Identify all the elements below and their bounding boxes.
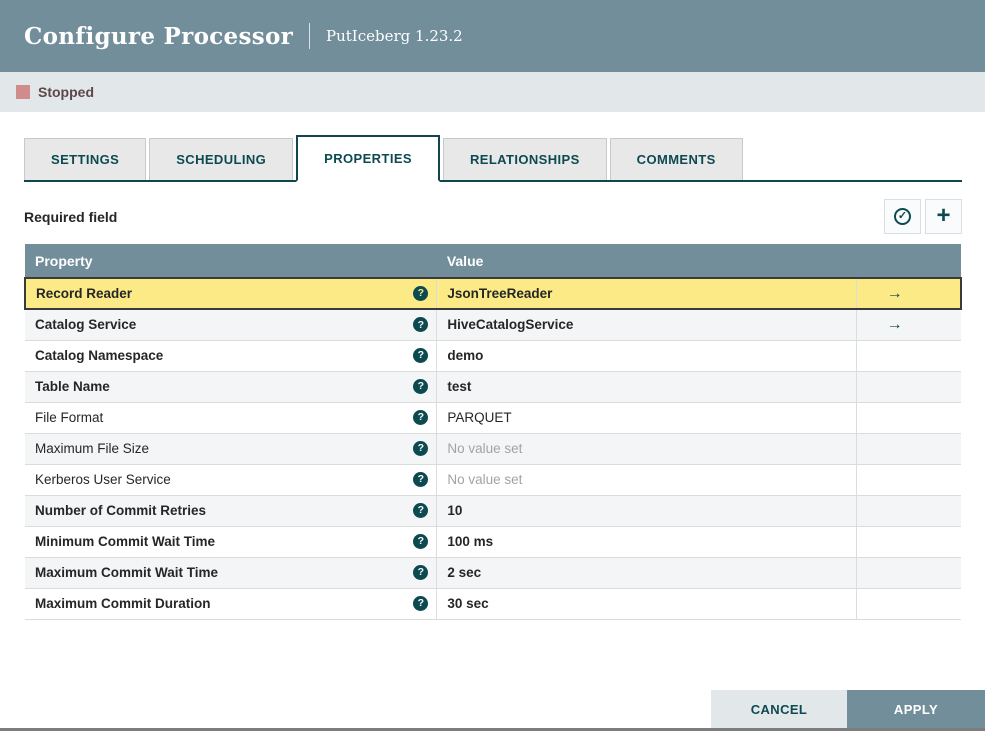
stopped-icon — [16, 85, 30, 99]
toolbar-buttons: ✓ + — [884, 199, 962, 234]
help-icon[interactable]: ? — [413, 503, 429, 518]
help-icon[interactable]: ? — [413, 441, 429, 456]
properties-toolbar: Required field ✓ + — [24, 199, 962, 234]
goto-column-header — [856, 244, 961, 278]
tab-bar: SETTINGS SCHEDULING PROPERTIES RELATIONS… — [24, 135, 962, 182]
property-column-header: Property — [25, 244, 437, 278]
table-row[interactable]: File Format? PARQUET — [25, 402, 961, 434]
table-row[interactable]: Catalog Service? HiveCatalogService → — [25, 309, 961, 341]
status-bar: Stopped — [0, 72, 985, 112]
table-row[interactable]: Maximum File Size? No value set — [25, 433, 961, 465]
help-icon[interactable]: ? — [413, 410, 429, 425]
help-icon[interactable]: ? — [413, 317, 429, 333]
help-icon[interactable]: ? — [413, 348, 429, 363]
help-icon[interactable]: ? — [413, 286, 429, 301]
processor-name-version: PutIceberg 1.23.2 — [326, 27, 463, 45]
tab-properties[interactable]: PROPERTIES — [296, 135, 440, 182]
go-to-service-icon[interactable]: → — [887, 316, 903, 333]
status-label: Stopped — [38, 84, 94, 100]
table-row[interactable]: Maximum Commit Wait Time? 2 sec — [25, 557, 961, 589]
table-row[interactable]: Kerberos User Service? No value set — [25, 464, 961, 496]
go-to-service-icon[interactable]: → — [887, 285, 903, 302]
table-row[interactable]: Table Name? test — [25, 371, 961, 403]
help-icon[interactable]: ? — [413, 472, 429, 487]
table-header-row: Property Value — [25, 244, 961, 278]
tab-comments[interactable]: COMMENTS — [609, 138, 743, 180]
verify-properties-button[interactable]: ✓ — [884, 199, 921, 234]
apply-button[interactable]: APPLY — [847, 690, 985, 728]
help-icon[interactable]: ? — [413, 565, 429, 580]
circle-check-icon: ✓ — [894, 208, 911, 225]
required-field-label: Required field — [24, 208, 118, 225]
tab-scheduling[interactable]: SCHEDULING — [149, 138, 294, 180]
table-row[interactable]: Catalog Namespace? demo — [25, 340, 961, 372]
table-row[interactable]: Record Reader? JsonTreeReader → — [24, 277, 962, 310]
dialog-footer: CANCEL APPLY — [711, 690, 985, 728]
tab-settings[interactable]: SETTINGS — [24, 138, 147, 180]
help-icon[interactable]: ? — [413, 534, 429, 549]
properties-table: Property Value Record Reader? JsonTreeRe… — [24, 244, 962, 620]
table-row[interactable]: Maximum Commit Duration? 30 sec — [25, 588, 961, 620]
table-row[interactable]: Number of Commit Retries? 10 — [25, 495, 961, 527]
plus-icon: + — [936, 201, 951, 229]
help-icon[interactable]: ? — [413, 596, 429, 611]
table-row[interactable]: Minimum Commit Wait Time? 100 ms — [25, 526, 961, 558]
dialog-title: Configure Processor — [24, 22, 294, 50]
add-property-button[interactable]: + — [925, 199, 962, 234]
dialog-header: Configure Processor PutIceberg 1.23.2 — [0, 0, 985, 72]
help-icon[interactable]: ? — [413, 379, 429, 394]
cancel-button[interactable]: CANCEL — [711, 690, 847, 728]
tab-relationships[interactable]: RELATIONSHIPS — [442, 138, 607, 180]
dialog-content: SETTINGS SCHEDULING PROPERTIES RELATIONS… — [0, 135, 985, 620]
value-column-header: Value — [436, 244, 857, 278]
title-separator — [309, 23, 311, 49]
